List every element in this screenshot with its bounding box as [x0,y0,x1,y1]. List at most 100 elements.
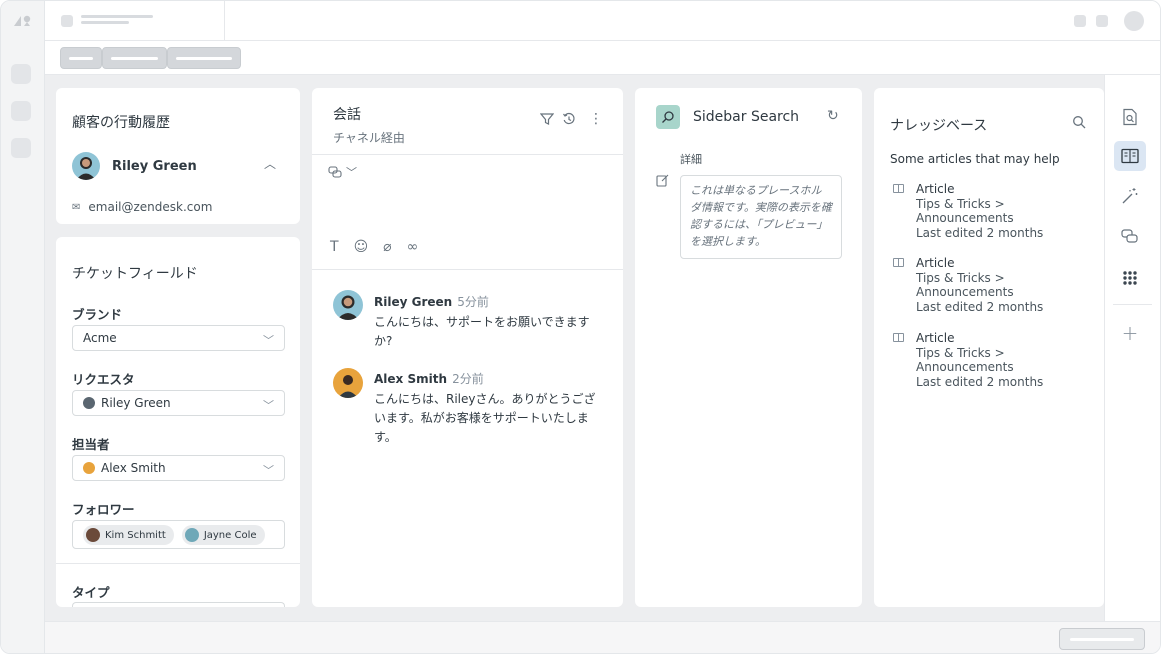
emoji-icon[interactable]: ☺ [354,239,369,255]
message-time: 2分前 [452,372,484,386]
header-placeholder-icon[interactable] [1074,15,1086,27]
conversation-title: 会話 [333,107,361,123]
follower-chip[interactable]: Jayne Cole [181,525,265,545]
article-type: Article [916,331,955,345]
link-icon[interactable]: ∞ [407,239,419,255]
article-type: Article [916,182,955,196]
details-textarea[interactable]: これは単なるプレースホルダ情報です。実際の表示を確認するには、「プレビュー」を選… [680,175,842,259]
message-time: 5分前 [457,295,489,309]
type-select[interactable] [72,602,285,607]
divider [1113,304,1152,305]
sender-avatar [333,290,363,320]
search-icon[interactable] [1072,115,1086,129]
knowledge-title: ナレッジベース [890,118,988,134]
follower-avatar [184,528,199,542]
apps-grid-icon[interactable] [1114,263,1146,293]
breadcrumb-item[interactable] [60,47,102,69]
top-header [45,1,1160,41]
requester-select[interactable]: Riley Green ﹀ [72,390,285,416]
article-path: Tips & Tricks > [916,196,1005,211]
sidebar-search-title: Sidebar Search [693,109,800,125]
magic-wand-icon[interactable] [1114,181,1146,211]
requester-avatar [83,397,95,409]
edit-icon[interactable] [656,174,669,187]
chevron-down-icon: ﹀ [263,399,274,412]
article-path: Tips & Tricks > [916,345,1005,360]
attachment-icon[interactable]: ⌀ [383,239,391,255]
more-options-icon[interactable]: ⋮ [589,112,603,126]
rail-app-icon[interactable] [11,101,31,121]
follower-name: Jayne Cole [203,529,257,541]
type-label: タイプ [72,585,110,600]
divider [56,563,300,564]
divider [312,154,623,155]
breadcrumb-bar [45,41,1160,75]
follower-chip[interactable]: Kim Schmitt [83,525,174,545]
article-section: Announcements [916,285,1014,299]
header-placeholder-icon[interactable] [1096,15,1108,27]
logo-icon [14,15,31,26]
ticket-fields-title: チケットフィールド [72,266,198,282]
footer-bar [45,621,1160,653]
text-format-icon[interactable]: T [330,239,339,255]
ticket-fields-card: チケットフィールド ブランド Acme ﹀ リクエスタ Riley Green … [56,237,300,607]
message-header: Riley Green 5分前 [374,291,489,310]
composer-toolbar: T ☺ ⌀ ∞ [330,239,418,255]
ticket-tab[interactable] [45,1,225,41]
article-item[interactable]: Article Tips & Tricks > Announcements La… [916,182,1043,240]
article-edited: Last edited 2 months [916,299,1044,314]
customer-avatar [72,152,100,180]
article-icon [893,258,904,267]
article-edited: Last edited 2 months [916,374,1044,389]
message-body: こんにちは、Rileyさん。ありがとうございます。私がお客様をサポートいたします… [374,392,596,444]
brand-select[interactable]: Acme ﹀ [72,325,285,351]
conversation-subtitle: チャネル経由 [333,131,405,145]
app-window: 顧客の行動履歴 Riley Green ︿ ✉ email@zendesk.co… [0,0,1161,654]
refresh-icon[interactable]: ↻ [827,109,839,123]
knowledge-base-card: ナレッジベース Some articles that may help Arti… [874,88,1104,607]
sidebar-search-card: Sidebar Search ↻ 詳細 これは単なるプレースホルダ情報です。実際… [635,88,862,607]
customer-row[interactable]: Riley Green [72,152,197,180]
brand-value: Acme [83,331,117,345]
chat-icon[interactable] [1114,221,1146,251]
article-item[interactable]: Article Tips & Tricks > Announcements La… [916,331,1043,389]
requester-label: リクエスタ [72,372,135,387]
assignee-select[interactable]: Alex Smith ﹀ [72,455,285,481]
left-rail [1,1,45,653]
history-icon[interactable] [562,112,576,126]
follower-avatar [86,528,100,542]
article-icon [893,333,904,342]
breadcrumb-item[interactable] [102,47,167,69]
article-item[interactable]: Article Tips & Tricks > Announcements La… [916,256,1043,314]
chevron-down-icon: ﹀ [346,166,357,179]
message-body: こんにちは、サポートをお願いできますか? [374,315,590,348]
followers-field[interactable]: Kim Schmitt Jayne Cole [72,520,285,549]
chat-channel-icon [328,166,342,178]
sender-name: Riley Green [374,295,453,309]
add-icon[interactable]: + [1114,318,1146,348]
knowledge-intro: Some articles that may help [890,152,1060,166]
divider [312,269,623,270]
sender-avatar [333,368,363,398]
chevron-down-icon: ﹀ [263,464,274,477]
customer-activity-card: 顧客の行動履歴 Riley Green ︿ ✉ email@zendesk.co… [56,88,300,224]
article-type: Article [916,256,955,270]
requester-value: Riley Green [101,396,171,410]
article-section: Announcements [916,211,1014,225]
filter-icon[interactable] [540,112,554,126]
channel-selector[interactable]: ﹀ [328,164,357,180]
ticket-search-icon[interactable] [1114,102,1146,132]
rail-app-icon[interactable] [11,64,31,84]
article-icon [893,184,904,193]
article-edited: Last edited 2 months [916,225,1044,240]
user-avatar[interactable] [1124,11,1144,31]
rail-app-icon[interactable] [11,138,31,158]
assignee-value: Alex Smith [101,461,166,475]
breadcrumb-item[interactable] [167,47,241,69]
email-row: ✉ email@zendesk.com [72,200,212,214]
assignee-label: 担当者 [72,437,110,452]
chevron-up-icon[interactable]: ︿ [264,158,276,170]
submit-button[interactable] [1059,628,1145,650]
knowledge-icon[interactable] [1114,141,1146,171]
brand-label: ブランド [72,307,123,322]
